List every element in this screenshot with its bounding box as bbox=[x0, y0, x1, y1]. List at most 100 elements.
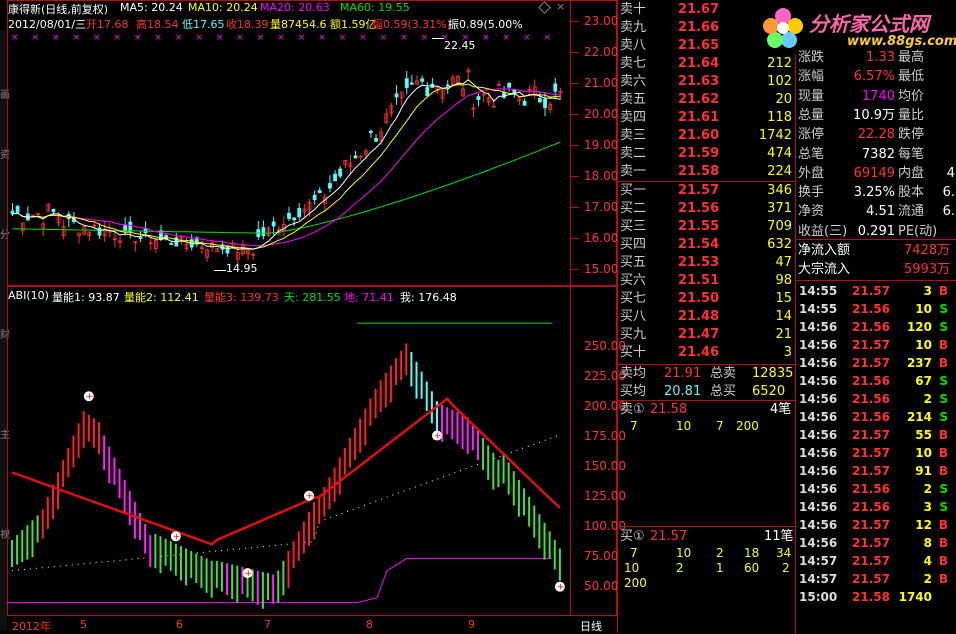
tick-row: 14:57 21.57 4 B bbox=[796, 552, 954, 570]
tick-price: 21.56 bbox=[852, 392, 890, 406]
abi-indicator-chart[interactable]: + + + + + + bbox=[7, 300, 570, 616]
svg-text:+: + bbox=[245, 569, 253, 579]
tick-row: 14:56 21.56 3 S bbox=[796, 498, 954, 516]
ribbon-bar bbox=[297, 531, 300, 561]
ask-volume: 212 bbox=[767, 56, 792, 71]
ribbon-bar bbox=[523, 488, 526, 516]
tick-side: B bbox=[938, 536, 948, 550]
total-ask: 12835 bbox=[752, 366, 794, 381]
candle bbox=[256, 221, 261, 241]
tick-row: 14:56 21.57 10 B bbox=[796, 336, 954, 354]
quote-value: 4.51 bbox=[866, 204, 895, 220]
quote-value: 0.291 bbox=[857, 223, 895, 239]
high-pointer bbox=[432, 38, 444, 39]
buy-queue-divider bbox=[618, 526, 796, 527]
total-bid: 6520 bbox=[752, 384, 786, 399]
ad-banner[interactable]: 分析家公式网 www.88gs.com bbox=[757, 2, 956, 54]
tick-time: 14:56 bbox=[799, 320, 838, 334]
candle bbox=[118, 236, 122, 249]
ribbon-bar bbox=[338, 457, 341, 495]
close-icon[interactable]: × bbox=[556, 0, 565, 13]
candle bbox=[15, 204, 20, 213]
candle bbox=[251, 252, 256, 261]
tick-side: S bbox=[939, 500, 948, 514]
tick-volume: 55 bbox=[915, 428, 932, 442]
ribbon-bar bbox=[82, 410, 85, 448]
svg-text:+: + bbox=[306, 492, 314, 502]
candle bbox=[66, 211, 71, 227]
tick-time: 14:56 bbox=[799, 374, 838, 388]
quote-key: 涨停 bbox=[798, 127, 825, 143]
candle bbox=[102, 220, 107, 242]
price-axis-divider bbox=[570, 0, 571, 616]
quote-key: 外盘 bbox=[798, 165, 825, 181]
time-m5: 5 bbox=[80, 618, 87, 631]
tick-time: 14:56 bbox=[799, 338, 838, 352]
ribbon-bar bbox=[487, 445, 490, 480]
tick-volume: 2 bbox=[923, 392, 932, 406]
tick-side: S bbox=[939, 302, 948, 316]
ribbon-bar bbox=[67, 447, 70, 478]
ask-volume: 118 bbox=[767, 110, 792, 125]
price-tick bbox=[571, 238, 579, 239]
quote-key: 涨跌 bbox=[798, 50, 825, 65]
ask-price: 21.64 bbox=[678, 56, 720, 71]
bid-price: 21.51 bbox=[678, 273, 720, 288]
flower-logo-icon bbox=[761, 6, 805, 50]
tick-row: 14:56 21.57 10 B bbox=[796, 444, 954, 462]
tick-list[interactable]: 14:55 21.57 3 B 14:55 21.56 10 S 14:56 21.56 120 S 1… bbox=[795, 280, 956, 634]
ask-label: 卖九 bbox=[620, 20, 647, 35]
candle bbox=[497, 80, 501, 87]
ribbon-bar bbox=[307, 511, 310, 547]
x-marker: × bbox=[113, 33, 121, 43]
tick-row: 14:56 21.57 12 B bbox=[796, 516, 954, 534]
quote-key: 涨幅 bbox=[798, 69, 825, 85]
candle bbox=[369, 129, 373, 138]
quote-value: 7382 bbox=[861, 146, 895, 162]
tick-volume: 10 bbox=[915, 302, 932, 316]
candle bbox=[205, 248, 209, 262]
time-m8: 8 bbox=[366, 618, 373, 631]
quote-value: 4 bbox=[946, 165, 955, 181]
quote-value: 10.9万 bbox=[853, 107, 895, 123]
candle bbox=[87, 231, 92, 242]
quote-key: 最高 bbox=[898, 50, 925, 65]
candle bbox=[399, 91, 404, 106]
ribbon-bar bbox=[553, 539, 556, 570]
tick-time: 14:56 bbox=[799, 356, 838, 370]
candle bbox=[353, 151, 358, 159]
ask-row: 卖一 21.58 224 bbox=[618, 163, 796, 181]
candle bbox=[532, 79, 537, 100]
ribbon-bar bbox=[313, 501, 316, 539]
ribbon-bar bbox=[461, 414, 464, 450]
x-marker: × bbox=[175, 33, 183, 43]
bid-price: 21.46 bbox=[678, 345, 720, 360]
candle bbox=[297, 202, 302, 220]
candle bbox=[409, 74, 414, 85]
tick-price: 21.56 bbox=[852, 410, 890, 424]
ribbon-bar bbox=[164, 538, 167, 566]
period-label[interactable]: 日线 bbox=[580, 618, 602, 634]
time-m9: 9 bbox=[468, 618, 475, 631]
tick-price: 21.56 bbox=[852, 320, 890, 334]
tick-row: 14:56 21.57 55 B bbox=[796, 426, 954, 444]
side-tab-strip[interactable]: 画 资 分 财 主 视 bbox=[0, 30, 10, 630]
candle bbox=[548, 101, 553, 113]
bid-volume: 371 bbox=[767, 201, 792, 216]
ribbon-bar bbox=[272, 574, 275, 604]
ribbon-bar bbox=[41, 509, 44, 539]
x-marker: × bbox=[523, 33, 531, 43]
svg-text:+: + bbox=[434, 432, 442, 442]
tick-row: 14:56 21.57 237 B bbox=[796, 354, 954, 372]
candle bbox=[189, 234, 194, 251]
tick-volume: 3 bbox=[923, 500, 932, 514]
ribbon-bar bbox=[492, 452, 495, 490]
tick-side: B bbox=[938, 428, 948, 442]
candlestick-chart[interactable]: × × × × × × × × × × × × × × × × × × × × × × × × × × × bbox=[7, 30, 570, 286]
indicator-tick-label: 75.00 bbox=[584, 549, 619, 563]
candle bbox=[440, 88, 445, 103]
price-tick bbox=[571, 21, 579, 22]
signal-marker: + bbox=[431, 430, 442, 442]
ribbon-bar bbox=[282, 560, 285, 596]
block-inflow-label: 大宗流入 bbox=[798, 262, 851, 277]
